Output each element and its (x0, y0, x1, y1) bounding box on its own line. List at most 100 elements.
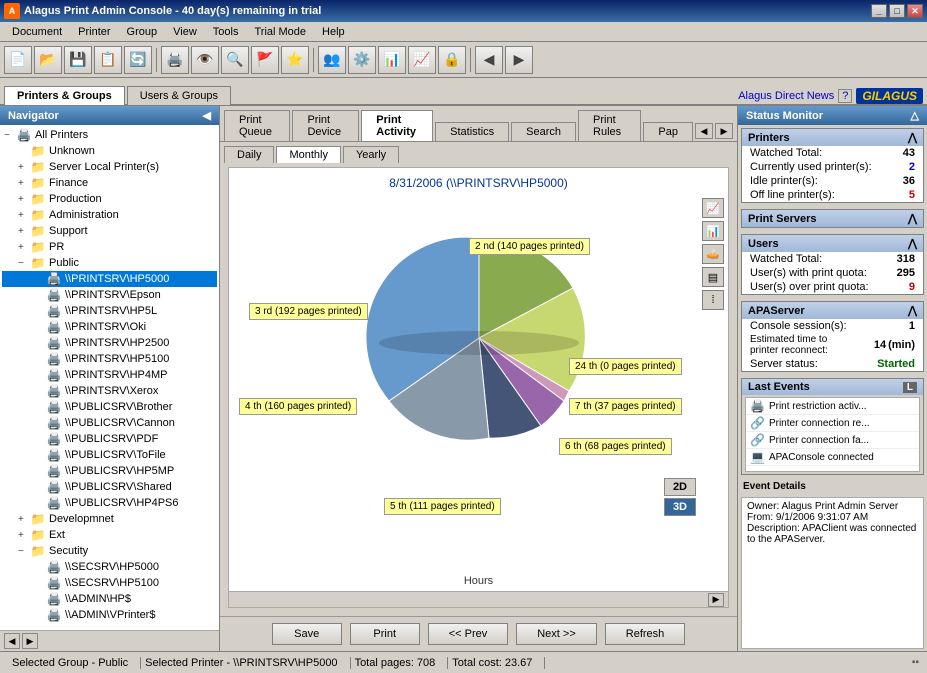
tree-toggle[interactable]: − (18, 546, 30, 557)
tree-item-server-local[interactable]: + 📁 Server Local Printer(s) (2, 159, 217, 175)
users-section-header[interactable]: Users ⋀ (742, 235, 923, 252)
tree-item-xerox[interactable]: 🖨️ \\PRINTSRV\Xerox (2, 383, 217, 399)
menu-tools[interactable]: Tools (205, 24, 247, 40)
chart-icon-area[interactable]: ▤ (702, 267, 724, 287)
tree-toggle[interactable]: + (18, 178, 30, 189)
tb-search-button[interactable]: 🔍 (221, 46, 249, 74)
chart-icon-pie[interactable]: 🥧 (702, 244, 724, 264)
chart-icon-bar[interactable]: 📊 (702, 221, 724, 241)
chart-icon-line[interactable]: 📈 (702, 198, 724, 218)
tab-printers-groups[interactable]: Printers & Groups (4, 86, 125, 105)
tb-copy-button[interactable]: 📋 (94, 46, 122, 74)
tree-toggle[interactable]: + (18, 210, 30, 221)
tab-print-rules[interactable]: Print Rules (578, 110, 641, 141)
tb-preview-button[interactable]: 👁️ (191, 46, 219, 74)
menu-group[interactable]: Group (119, 24, 166, 40)
content-tab-scroll-right[interactable]: ▶ (715, 123, 733, 139)
menu-document[interactable]: Document (4, 24, 70, 40)
tree-item-brother[interactable]: 🖨️ \\PUBLICSRV\Brother (2, 399, 217, 415)
print-button[interactable]: Print (350, 623, 420, 645)
tree-item-secutity[interactable]: − 📁 Secutity (2, 543, 217, 559)
chart-icon-scatter[interactable]: ⁞ (702, 290, 724, 310)
tb-printer-button[interactable]: 🖨️ (161, 46, 189, 74)
tab-pap[interactable]: Pap (643, 122, 693, 141)
save-button[interactable]: Save (272, 623, 342, 645)
refresh-button[interactable]: Refresh (605, 623, 686, 645)
tree-toggle[interactable]: + (18, 194, 30, 205)
sub-tab-daily[interactable]: Daily (224, 146, 274, 163)
tree-toggle[interactable]: + (18, 226, 30, 237)
last-events-header[interactable]: Last Events L (742, 379, 923, 395)
tree-toggle[interactable]: − (18, 258, 30, 269)
menu-view[interactable]: View (165, 24, 205, 40)
tab-statistics[interactable]: Statistics (435, 122, 509, 141)
view-2d-button[interactable]: 2D (664, 478, 696, 496)
tree-item-developmnet[interactable]: + 📁 Developmnet (2, 511, 217, 527)
tb-open-button[interactable]: 📂 (34, 46, 62, 74)
tree-item-finance[interactable]: + 📁 Finance (2, 175, 217, 191)
tree-item-hp4ps6[interactable]: 🖨️ \\PUBLICSRV\HP4PS6 (2, 495, 217, 511)
tree-toggle[interactable]: + (18, 162, 30, 173)
tree-item-hp5100[interactable]: 🖨️ \\PRINTSRV\HP5100 (2, 351, 217, 367)
nav-scroll-right[interactable]: ▶ (22, 633, 38, 649)
tb-refresh-button[interactable]: 🔄 (124, 46, 152, 74)
tree-item-hp5mp[interactable]: 🖨️ \\PUBLICSRV\HP5MP (2, 463, 217, 479)
sub-tab-yearly[interactable]: Yearly (343, 146, 399, 163)
menu-help[interactable]: Help (314, 24, 353, 40)
tb-report-button[interactable]: 📈 (408, 46, 436, 74)
tree-item-all-printers[interactable]: − 🖨️ All Printers (2, 127, 217, 143)
tb-users-button[interactable]: 👥 (318, 46, 346, 74)
tb-flag-button[interactable]: 🚩 (251, 46, 279, 74)
tree-item-support[interactable]: + 📁 Support (2, 223, 217, 239)
tab-print-device[interactable]: Print Device (292, 110, 359, 141)
tree-toggle[interactable]: + (18, 530, 30, 541)
tree-toggle[interactable]: + (18, 242, 30, 253)
help-icon[interactable]: ? (838, 89, 852, 103)
minimize-button[interactable]: _ (871, 4, 887, 18)
status-monitor-collapse-icon[interactable]: △ (911, 109, 919, 122)
tree-item-sec-hp5000[interactable]: 🖨️ \\SECSRV\HP5000 (2, 559, 217, 575)
tree-item-tofile[interactable]: 🖨️ \\PUBLICSRV\ToFile (2, 447, 217, 463)
tree-toggle[interactable]: − (4, 130, 16, 141)
navigator-tree[interactable]: − 🖨️ All Printers 📁 Unknown + 📁 Server L… (0, 125, 219, 630)
tree-item-unknown[interactable]: 📁 Unknown (2, 143, 217, 159)
tree-item-sec-hp5100[interactable]: 🖨️ \\SECSRV\HP5100 (2, 575, 217, 591)
tree-item-pr[interactable]: + 📁 PR (2, 239, 217, 255)
tb-back-button[interactable]: ◀ (475, 46, 503, 74)
nav-scroll-left[interactable]: ◀ (4, 633, 20, 649)
tree-item-ext[interactable]: + 📁 Ext (2, 527, 217, 543)
content-tab-scroll-left[interactable]: ◀ (695, 123, 713, 139)
tree-item-hp4mp[interactable]: 🖨️ \\PRINTSRV\HP4MP (2, 367, 217, 383)
menu-trial-mode[interactable]: Trial Mode (246, 24, 314, 40)
tab-print-activity[interactable]: Print Activity (361, 110, 433, 141)
tb-chart-button[interactable]: 📊 (378, 46, 406, 74)
navigator-collapse-icon[interactable]: ◀ (203, 109, 211, 122)
tree-item-pdf[interactable]: 🖨️ \\PUBLICSRV\PDF (2, 431, 217, 447)
tb-new-button[interactable]: 📄 (4, 46, 32, 74)
tb-forward-button[interactable]: ▶ (505, 46, 533, 74)
tree-item-hp2500[interactable]: 🖨️ \\PRINTSRV\HP2500 (2, 335, 217, 351)
tab-users-groups[interactable]: Users & Groups (127, 86, 231, 105)
tree-item-hp5l[interactable]: 🖨️ \\PRINTSRV\HP5L (2, 303, 217, 319)
tree-toggle[interactable]: + (18, 514, 30, 525)
menu-printer[interactable]: Printer (70, 24, 118, 40)
tb-star-button[interactable]: ⭐ (281, 46, 309, 74)
tb-lock-button[interactable]: 🔒 (438, 46, 466, 74)
close-button[interactable]: ✕ (907, 4, 923, 18)
tb-settings-button[interactable]: ⚙️ (348, 46, 376, 74)
tree-item-hp5000[interactable]: 🖨️ \\PRINTSRV\HP5000 (2, 271, 217, 287)
prev-button[interactable]: << Prev (428, 623, 509, 645)
tab-search[interactable]: Search (511, 122, 576, 141)
tb-save-button[interactable]: 💾 (64, 46, 92, 74)
view-3d-button[interactable]: 3D (664, 498, 696, 516)
tree-item-production[interactable]: + 📁 Production (2, 191, 217, 207)
chart-scroll-right[interactable]: ▶ (708, 593, 724, 607)
tree-item-cannon[interactable]: 🖨️ \\PUBLICSRV\Cannon (2, 415, 217, 431)
tree-item-epson[interactable]: 🖨️ \\PRINTSRV\Epson (2, 287, 217, 303)
tree-item-oki[interactable]: 🖨️ \\PRINTSRV\Oki (2, 319, 217, 335)
tree-item-admin-hp[interactable]: 🖨️ \\ADMIN\HP$ (2, 591, 217, 607)
sub-tab-monthly[interactable]: Monthly (276, 146, 341, 163)
tree-item-public[interactable]: − 📁 Public (2, 255, 217, 271)
tree-item-admin-vprinter[interactable]: 🖨️ \\ADMIN\VPrinter$ (2, 607, 217, 623)
tab-print-queue[interactable]: Print Queue (224, 110, 290, 141)
